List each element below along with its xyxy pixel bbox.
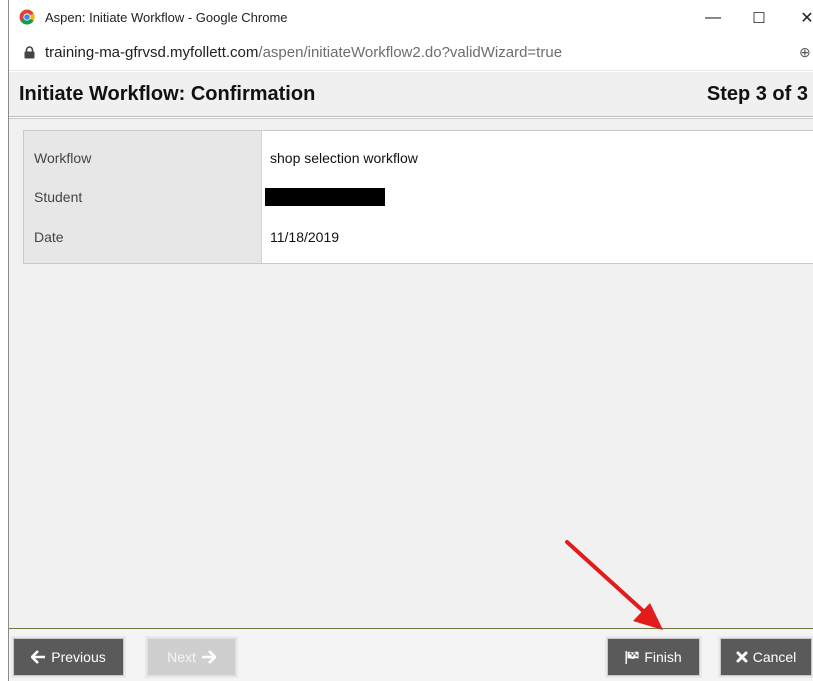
maximize-button[interactable]: ☐ <box>739 4 779 32</box>
student-redaction <box>265 188 385 206</box>
page-header: Initiate Workflow: Confirmation Step 3 o… <box>9 72 813 117</box>
finish-label: Finish <box>644 649 682 665</box>
workflow-value: shop selection workflow <box>270 150 418 166</box>
minimize-button[interactable]: — <box>693 4 733 32</box>
url-host: training-ma-gfrvsd.myfollett.com <box>45 44 259 61</box>
annotation-arrow <box>565 540 663 630</box>
chrome-logo-icon <box>19 9 35 25</box>
details-table: Workflow shop selection workflow Student… <box>23 130 813 264</box>
cancel-button[interactable]: Cancel <box>720 638 812 676</box>
button-bar: Previous Next Finish Cancel <box>9 629 813 681</box>
x-icon <box>736 651 748 663</box>
arrow-right-icon <box>201 650 216 664</box>
previous-label: Previous <box>51 649 106 665</box>
title-bar: Aspen: Initiate Workflow - Google Chrome… <box>9 0 813 36</box>
step-indicator: Step 3 of 3 <box>706 83 808 105</box>
lock-icon <box>24 46 35 59</box>
url-text[interactable]: training-ma-gfrvsd.myfollett.com/aspen/i… <box>45 44 562 61</box>
content-area: Workflow shop selection workflow Student… <box>9 118 813 629</box>
next-button[interactable]: Next <box>147 638 236 676</box>
cancel-label: Cancel <box>752 649 797 665</box>
checkered-flag-icon <box>625 650 639 664</box>
window-title: Aspen: Initiate Workflow - Google Chrome <box>45 10 288 25</box>
workflow-label: Workflow <box>34 150 92 166</box>
next-label: Next <box>167 649 196 665</box>
student-label: Student <box>34 189 83 205</box>
date-label: Date <box>34 229 64 245</box>
page-title: Initiate Workflow: Confirmation <box>19 83 316 105</box>
close-window-button[interactable]: ✕ <box>787 4 813 32</box>
browser-window: Aspen: Initiate Workflow - Google Chrome… <box>8 0 813 681</box>
finish-button[interactable]: Finish <box>607 638 700 676</box>
date-value: 11/18/2019 <box>270 229 340 245</box>
previous-button[interactable]: Previous <box>13 638 124 676</box>
arrow-left-icon <box>31 650 46 664</box>
zoom-icon[interactable]: ⊕ <box>799 44 811 61</box>
url-path: /aspen/initiateWorkflow2.do?validWizard=… <box>258 44 563 61</box>
